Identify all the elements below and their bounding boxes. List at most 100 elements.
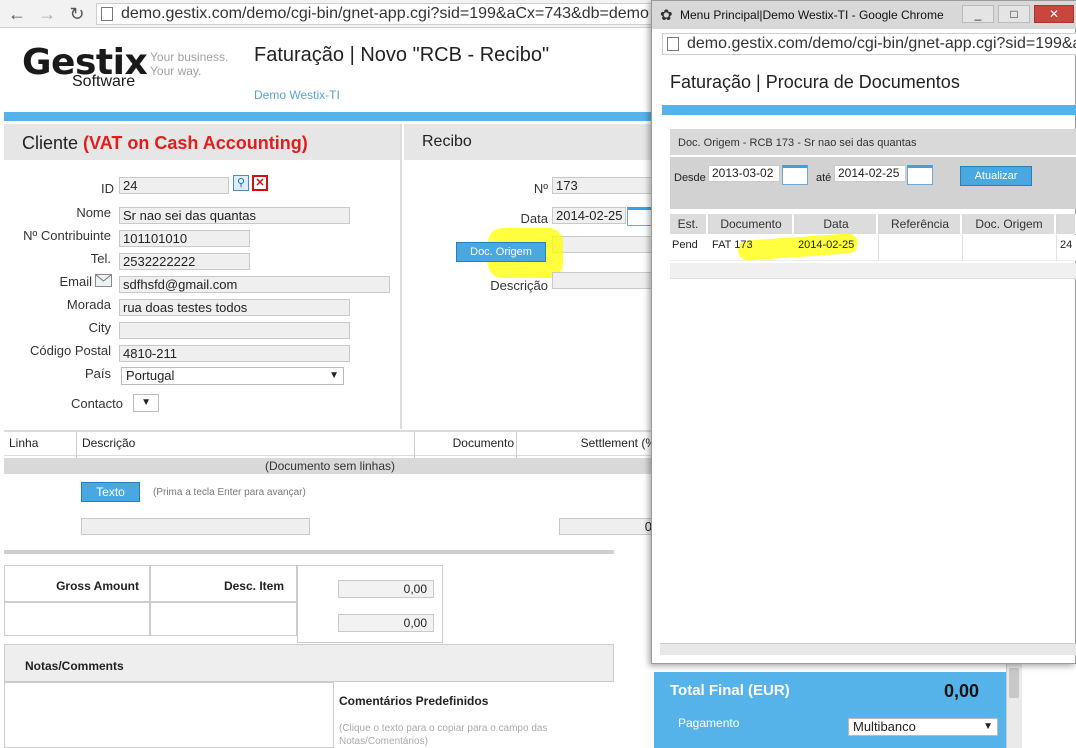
- col-linha: Linha: [9, 436, 39, 450]
- page-icon: [101, 7, 113, 21]
- comentarios-title: Comentários Predefinidos: [339, 694, 489, 708]
- notas-textarea[interactable]: [4, 682, 334, 748]
- col-data[interactable]: Data: [796, 214, 878, 234]
- total-final-label: Total Final (EUR): [670, 682, 790, 699]
- email-field[interactable]: sdfhsfd@gmail.com: [119, 276, 390, 293]
- col-settlement: Settlement (%: [580, 436, 656, 450]
- descricao-field[interactable]: [552, 272, 656, 289]
- logo-sub: Software: [72, 73, 136, 90]
- popup-accent-bar: [662, 105, 1076, 115]
- gross-amount-header: Gross Amount: [4, 565, 150, 602]
- table-row: [670, 263, 1076, 279]
- results-header: Est. Documento Data Referência Doc. Orig…: [670, 214, 1076, 234]
- col-documento[interactable]: Documento: [710, 214, 794, 234]
- email-icon[interactable]: [95, 274, 112, 287]
- search-icon[interactable]: ⚲: [233, 175, 249, 191]
- address-bar[interactable]: demo.gestix.com/demo/cgi-bin/gnet-app.cg…: [96, 3, 656, 25]
- popup-window: ✿ Menu Principal|Demo Westix-TI - Google…: [651, 0, 1076, 664]
- ate-label: até: [816, 172, 832, 184]
- morada-field[interactable]: rua doas testes todos: [119, 299, 350, 316]
- col-divider: [1056, 235, 1057, 261]
- gross-amount-cell: [4, 602, 150, 636]
- numero-label: Nº: [533, 181, 548, 196]
- popup-address-bar[interactable]: demo.gestix.com/demo/cgi-bin/gnet-app.cg…: [662, 33, 1076, 55]
- summary-value-1[interactable]: 0,00: [338, 580, 434, 598]
- row-data: 2014-02-25: [798, 239, 855, 251]
- pais-select[interactable]: Portugal ▼: [121, 367, 344, 385]
- summary-value-2[interactable]: 0,00: [338, 614, 434, 632]
- texto-button[interactable]: Texto: [81, 482, 140, 502]
- tagline-line-1: Your business.: [150, 50, 229, 64]
- popup-url-text: demo.gestix.com/demo/cgi-bin/gnet-app.cg…: [687, 35, 1076, 52]
- comentarios-hint: (Clique o texto para o copiar para o cam…: [339, 723, 548, 747]
- empty-lines-message: (Documento sem linhas): [4, 458, 656, 474]
- col-divider: [516, 432, 517, 458]
- id-field[interactable]: 24: [119, 177, 229, 194]
- page-title: Faturação | Novo "RCB - Recibo": [254, 44, 550, 66]
- chevron-down-icon: ▼: [329, 370, 339, 381]
- cliente-title: Cliente (VAT on Cash Accounting): [22, 133, 308, 154]
- col-documento: Documento: [452, 436, 514, 450]
- atualizar-button[interactable]: Atualizar: [960, 166, 1032, 186]
- doc-origem-field[interactable]: [552, 236, 656, 253]
- notas-title: Notas/Comments: [25, 659, 124, 673]
- cliente-label: Cliente: [22, 133, 79, 153]
- pais-value: Portugal: [126, 368, 175, 383]
- chevron-down-icon: ▼: [983, 721, 993, 732]
- back-icon[interactable]: ←: [6, 3, 28, 25]
- nif-field[interactable]: 101101010: [119, 230, 250, 247]
- close-icon[interactable]: ✕: [1034, 5, 1074, 23]
- contacto-label: Contacto: [70, 396, 123, 411]
- pagamento-select[interactable]: Multibanco ▼: [848, 718, 998, 736]
- ate-field[interactable]: 2014-02-25: [834, 165, 906, 182]
- popup-titlebar: ✿ Menu Principal|Demo Westix-TI - Google…: [652, 1, 1076, 29]
- id-label: ID: [101, 181, 114, 196]
- clear-icon[interactable]: ✕: [252, 175, 268, 191]
- filter-panel: Doc. Origem - RCB 173 - Sr nao sei das q…: [670, 129, 1076, 209]
- data-field[interactable]: 2014-02-25: [552, 207, 626, 224]
- numero-field[interactable]: 173: [552, 177, 656, 194]
- desde-field[interactable]: 2013-03-02: [708, 165, 780, 182]
- morada-label: Morada: [66, 297, 111, 312]
- city-field[interactable]: [119, 322, 350, 339]
- table-row[interactable]: Pend FAT 173 2014-02-25 24: [670, 232, 1076, 262]
- tel-label: Tel.: [90, 251, 111, 266]
- page-icon: [667, 37, 679, 51]
- row-documento[interactable]: FAT 173: [712, 239, 753, 251]
- col-extra: [1058, 214, 1076, 234]
- minimize-icon[interactable]: _: [962, 5, 994, 23]
- col-divider: [414, 432, 415, 458]
- nome-field[interactable]: Sr nao sei das quantas: [119, 207, 350, 224]
- col-est[interactable]: Est.: [670, 214, 708, 234]
- popup-window-title: Menu Principal|Demo Westix-TI - Google C…: [680, 8, 944, 22]
- reload-icon[interactable]: ↻: [66, 3, 88, 25]
- tagline-line-2: Your way.: [150, 64, 202, 78]
- contacto-select[interactable]: ▼: [133, 394, 159, 412]
- descricao-label: Descrição: [490, 278, 548, 293]
- calendar-icon[interactable]: [782, 165, 808, 185]
- scrollbar-thumb[interactable]: [1009, 668, 1019, 698]
- col-doc-origem[interactable]: Doc. Origem: [964, 214, 1056, 234]
- row-est: Pend: [672, 239, 698, 251]
- cp-field[interactable]: 4810-211: [119, 345, 350, 362]
- pagamento-bar: Pagamento Multibanco ▼: [654, 710, 1006, 748]
- separator: [4, 550, 614, 554]
- desde-label: Desde: [674, 172, 706, 184]
- pagamento-value: Multibanco: [853, 719, 916, 734]
- gross-amount-label: Gross Amount: [56, 579, 139, 593]
- calendar-icon[interactable]: [907, 165, 933, 185]
- tel-field[interactable]: 2532222222: [119, 253, 250, 270]
- forward-icon[interactable]: →: [36, 3, 58, 25]
- desc-item-cell: [150, 602, 297, 636]
- col-referencia[interactable]: Referência: [880, 214, 962, 234]
- recibo-title: Recibo: [422, 133, 472, 150]
- line-text-field[interactable]: [81, 518, 310, 535]
- city-label: City: [88, 320, 111, 335]
- doc-origem-button[interactable]: Doc. Origem: [456, 242, 546, 262]
- scrollbar[interactable]: [1006, 664, 1022, 748]
- maximize-icon[interactable]: □: [998, 5, 1030, 23]
- company-link[interactable]: Demo Westix-TI: [254, 88, 340, 102]
- line-total-field[interactable]: 0: [559, 518, 656, 535]
- nome-label: Nome: [76, 205, 111, 220]
- desc-item-label: Desc. Item: [223, 579, 284, 593]
